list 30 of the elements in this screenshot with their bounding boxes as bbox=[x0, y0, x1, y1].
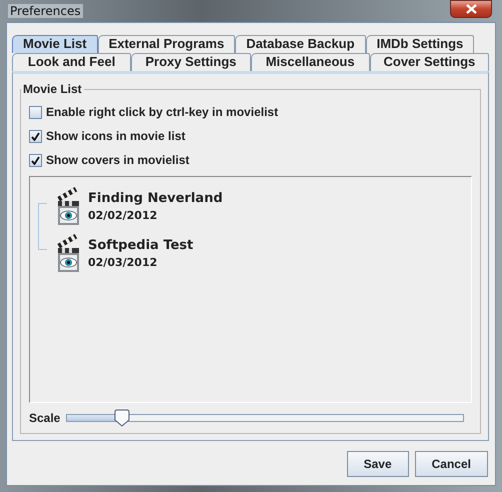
tree-line bbox=[38, 203, 47, 250]
window-title: Preferences bbox=[8, 4, 83, 18]
tab[interactable]: IMDb Settings bbox=[366, 35, 474, 53]
tab[interactable]: External Programs bbox=[98, 35, 236, 53]
checkbox[interactable] bbox=[29, 106, 42, 118]
tab[interactable]: Miscellaneous bbox=[250, 53, 370, 71]
group-title: Movie List bbox=[22, 82, 83, 96]
checkbox-label[interactable]: Show icons in movie list bbox=[46, 129, 186, 143]
clapperboard-eye-icon bbox=[56, 186, 82, 226]
close-icon bbox=[466, 4, 476, 14]
slider-label: Scale bbox=[29, 411, 60, 425]
slider-thumb[interactable] bbox=[114, 409, 130, 427]
dialog-button[interactable]: Cancel bbox=[414, 451, 488, 477]
scale-slider[interactable] bbox=[66, 409, 464, 427]
checkbox-label[interactable]: Show covers in movielist bbox=[46, 153, 190, 167]
tab[interactable]: Movie List bbox=[12, 35, 98, 53]
dialog-button[interactable]: Save bbox=[346, 451, 409, 477]
checkbox[interactable] bbox=[29, 154, 42, 166]
close-button[interactable] bbox=[450, 0, 492, 18]
tab[interactable]: Database Backup bbox=[235, 35, 366, 53]
movie-title[interactable]: Finding Neverland bbox=[88, 191, 223, 206]
movie-title[interactable]: Softpedia Test bbox=[88, 238, 194, 253]
checkbox[interactable] bbox=[29, 130, 42, 142]
movie-date: 02/03/2012 bbox=[88, 256, 158, 269]
movie-date: 02/02/2012 bbox=[88, 209, 158, 222]
clapperboard-eye-icon bbox=[56, 234, 82, 274]
tab[interactable]: Look and Feel bbox=[12, 53, 132, 71]
tab[interactable]: Proxy Settings bbox=[131, 53, 250, 71]
checkbox-label[interactable]: Enable right click by ctrl-key in movielist bbox=[46, 105, 278, 119]
tab[interactable]: Cover Settings bbox=[370, 53, 489, 71]
